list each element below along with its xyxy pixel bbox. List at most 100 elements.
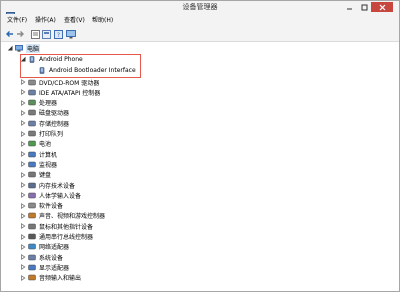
expand-icon[interactable]	[20, 264, 26, 271]
tree-category[interactable]: 音频输入和输出	[20, 273, 81, 283]
expand-icon[interactable]	[20, 171, 26, 178]
tree-category[interactable]: DVD/CD-ROM 驱动器	[20, 77, 99, 87]
menu-help[interactable]: 帮助(H)	[92, 15, 113, 26]
tree-category-label: 电池	[39, 141, 52, 149]
window-title: 设备管理器	[182, 3, 218, 11]
memory-icon	[28, 182, 36, 189]
tree-category[interactable]: 软件设备	[20, 201, 63, 211]
tree-category-label: 系统设备	[39, 254, 64, 262]
sound-icon	[28, 212, 36, 219]
tree-category-label: 计算机	[39, 151, 58, 159]
menu-action[interactable]: 操作(A)	[35, 15, 56, 26]
svg-text:?: ?	[57, 32, 60, 39]
tree-category[interactable]: 内存技术设备	[20, 180, 75, 190]
phone-icon	[28, 55, 36, 63]
tree-category-label: 打印队列	[39, 131, 64, 138]
tree-root[interactable]: 电脑	[7, 43, 41, 53]
expand-icon[interactable]	[20, 151, 26, 158]
expand-icon[interactable]	[20, 202, 26, 209]
tree-item-android-phone[interactable]: Android Phone	[20, 54, 83, 64]
tree-category-label: 软件设备	[39, 203, 64, 211]
tree-category-label: 监视器	[39, 161, 58, 169]
expand-icon[interactable]	[20, 140, 26, 147]
tree-category[interactable]: IDE ATA/ATAPI 控制器	[20, 87, 100, 97]
hid-icon	[28, 192, 36, 199]
tree-category-label: 磁盘驱动器	[39, 110, 70, 118]
computer-icon	[15, 44, 23, 52]
tree-category[interactable]: 声音、视频和游戏控制器	[20, 211, 105, 221]
system-device-icon	[28, 254, 36, 261]
mouse-icon	[28, 223, 36, 230]
tree-item-bootloader[interactable]: Android Bootloader Interface	[38, 65, 136, 75]
tree-category[interactable]: 键盘	[20, 170, 51, 180]
close-button[interactable]	[371, 2, 393, 12]
tree-category-label: 处理器	[39, 100, 58, 108]
phone-icon	[38, 66, 46, 74]
tree-category[interactable]: 计算机	[20, 149, 57, 159]
expand-icon[interactable]	[20, 109, 26, 116]
expand-icon[interactable]	[20, 161, 26, 168]
monitor-icon[interactable]	[65, 29, 76, 39]
tree-category[interactable]: 通用串行总线控制器	[20, 232, 93, 242]
tree-category[interactable]: 网络适配器	[20, 242, 69, 252]
tree-item-label: Android Bootloader Interface	[49, 66, 136, 74]
tree-category[interactable]: 电池	[20, 139, 51, 149]
disc-drive-icon	[28, 79, 36, 86]
tree-category[interactable]: 监视器	[20, 159, 57, 169]
tree-category[interactable]: 存储控制器	[20, 118, 69, 128]
tree-category[interactable]: 鼠标和其他指针设备	[20, 221, 93, 231]
view-icon[interactable]	[41, 29, 52, 39]
expand-icon[interactable]	[20, 99, 26, 106]
tree-category[interactable]: 打印队列	[20, 129, 63, 139]
tree-category[interactable]: 磁盘驱动器	[20, 108, 69, 118]
menu-bar: 文件(F) 操作(A) 查看(V) 帮助(H)	[1, 14, 399, 27]
forward-arrow-icon[interactable]	[15, 29, 26, 39]
expand-icon[interactable]	[20, 212, 26, 219]
expand-icon[interactable]	[20, 274, 26, 281]
device-tree: 电脑 Android Phone Android Bootloader Inte…	[2, 42, 398, 290]
expand-icon[interactable]	[20, 223, 26, 230]
tree-category-label: 声音、视频和游戏控制器	[39, 213, 106, 221]
back-arrow-icon[interactable]	[4, 29, 15, 39]
tree-category-label: DVD/CD-ROM 驱动器	[39, 79, 100, 87]
collapse-icon[interactable]	[20, 56, 26, 62]
battery-icon	[28, 140, 36, 147]
tree-category-label: 键盘	[39, 172, 52, 180]
collapse-icon[interactable]	[7, 45, 13, 51]
network-adapter-icon	[28, 243, 36, 250]
menu-view[interactable]: 查看(V)	[64, 15, 85, 26]
tree-category[interactable]: 显示适配器	[20, 262, 69, 272]
computer-icon	[28, 151, 36, 158]
monitor-icon	[28, 161, 36, 168]
tree-root-label: 电脑	[26, 43, 41, 53]
expand-icon[interactable]	[20, 182, 26, 188]
processor-icon	[28, 99, 36, 106]
device-manager-window: 设备管理器 文件(F) 操作(A) 查看(V) 帮助(H) ? 电脑 Andro…	[0, 0, 400, 292]
tree-category[interactable]: 人体学输入设备	[20, 190, 81, 200]
expand-icon[interactable]	[20, 120, 26, 127]
audio-io-icon	[28, 274, 36, 281]
expand-icon[interactable]	[20, 192, 26, 199]
title-bar: 设备管理器	[1, 1, 399, 19]
tree-category-label: 网络适配器	[39, 244, 70, 252]
expand-icon[interactable]	[20, 130, 26, 137]
keyboard-icon	[28, 171, 36, 178]
ide-controller-icon	[28, 89, 36, 96]
expand-icon[interactable]	[20, 243, 26, 250]
tree-category-label: 显示适配器	[39, 264, 70, 272]
help-icon[interactable]: ?	[53, 29, 64, 39]
expand-icon[interactable]	[20, 79, 26, 85]
tree-category[interactable]: 系统设备	[20, 252, 63, 262]
minimize-button[interactable]	[343, 3, 355, 12]
tree-category[interactable]: 处理器	[20, 98, 57, 108]
expand-icon[interactable]	[20, 254, 26, 261]
maximize-button[interactable]	[358, 3, 370, 12]
tree-category-label: 音频输入和输出	[39, 275, 82, 283]
properties-icon[interactable]	[30, 29, 41, 39]
storage-controller-icon	[28, 120, 36, 127]
menu-file[interactable]: 文件(F)	[7, 15, 27, 26]
usb-icon	[28, 233, 36, 240]
expand-icon[interactable]	[20, 233, 26, 240]
expand-icon[interactable]	[20, 89, 26, 96]
software-device-icon	[28, 202, 36, 209]
